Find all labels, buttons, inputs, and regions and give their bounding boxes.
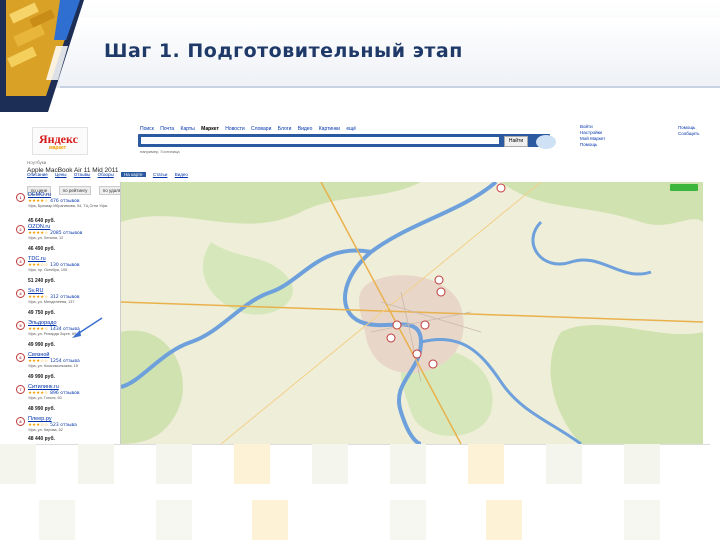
report-link[interactable]: Сообщить <box>678 131 699 137</box>
search-button[interactable]: Найти <box>504 136 528 147</box>
cart-icon[interactable] <box>536 135 556 149</box>
tab-maps[interactable]: Карты <box>181 126 195 132</box>
grid-cell <box>156 500 192 540</box>
grid-cell <box>234 444 270 484</box>
grid-cell <box>390 500 426 540</box>
help-link[interactable]: Помощь <box>580 142 605 148</box>
view-tab-news[interactable]: Статьи <box>153 172 168 177</box>
grid-cell <box>468 444 504 484</box>
view-tab-map[interactable]: На карте <box>121 172 146 177</box>
city-map[interactable] <box>120 182 703 444</box>
tab-blogs[interactable]: Блоги <box>278 126 292 132</box>
yandex-header: Яндекс маркет Поиск Почта Карты Маркет Н… <box>10 122 710 155</box>
map-canvas[interactable] <box>121 182 703 444</box>
help-menu: Помощь Сообщить <box>678 125 699 137</box>
tab-video[interactable]: Видео <box>298 126 313 132</box>
tab-more[interactable]: ещё <box>346 126 356 132</box>
search-input[interactable] <box>141 137 499 144</box>
grid-cell <box>78 444 114 484</box>
grid-cell <box>39 500 75 540</box>
tab-dictionaries[interactable]: Словари <box>251 126 271 132</box>
search-bar: Найти <box>138 134 550 147</box>
tab-mail[interactable]: Почта <box>160 126 174 132</box>
grid-cell <box>252 500 288 540</box>
grid-cell <box>0 444 36 484</box>
grid-cell <box>486 500 522 540</box>
grid-cell <box>312 444 348 484</box>
grid-cell <box>624 500 660 540</box>
grid-cell <box>546 444 582 484</box>
tab-news[interactable]: Новости <box>225 126 244 132</box>
tab-search[interactable]: Поиск <box>140 126 154 132</box>
corner-decoration <box>0 0 95 112</box>
account-menu: Войти Настройки Мой Маркет Помощь <box>580 124 605 148</box>
map-mode-toggle[interactable] <box>670 184 698 191</box>
tab-images[interactable]: Картинки <box>319 126 340 132</box>
decorative-grid <box>0 444 720 540</box>
view-tab-video[interactable]: Видео <box>175 172 188 177</box>
grid-cell <box>624 444 660 484</box>
service-tabs: Поиск Почта Карты Маркет Новости Словари… <box>140 126 361 132</box>
arrow-annotation <box>72 317 103 338</box>
yandex-market-screenshot: Яндекс маркет Поиск Почта Карты Маркет Н… <box>10 122 710 445</box>
grid-cell <box>156 444 192 484</box>
tab-market[interactable]: Маркет <box>201 126 219 132</box>
search-hint: например, Гостиница <box>140 149 180 154</box>
grid-cell <box>390 444 426 484</box>
slide-title: Шаг 1. Подготовительный этап <box>104 40 463 62</box>
